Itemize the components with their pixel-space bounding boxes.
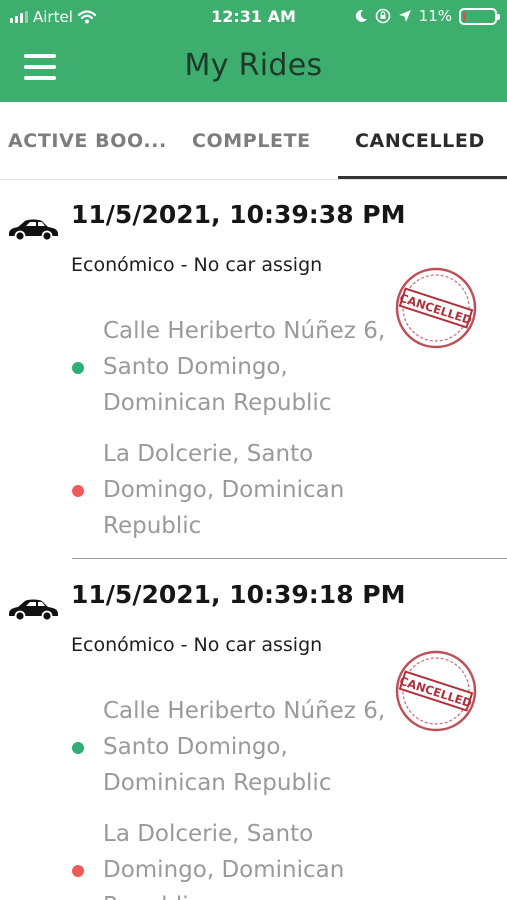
tab-bar: ACTIVE BOO... COMPLETE CANCELLED: [0, 102, 507, 180]
ride-divider: [72, 558, 507, 559]
battery-icon: [459, 7, 500, 25]
pickup-address: Calle Heriberto Núñez 6, Santo Domingo, …: [103, 698, 386, 796]
active-tab-indicator: [338, 176, 507, 179]
ride-datetime: 11/5/2021, 10:39:18 PM: [71, 580, 406, 609]
tab-cancelled[interactable]: CANCELLED: [355, 102, 485, 180]
tab-active-bookings[interactable]: ACTIVE BOO...: [8, 102, 167, 180]
dropoff-dot: [72, 865, 84, 877]
pickup-dot: [72, 362, 84, 374]
cancelled-stamp: CANCELLED: [395, 650, 477, 732]
location-arrow-icon: [398, 10, 411, 22]
moon-icon: [355, 9, 367, 22]
ride-service: Económico - No car assign: [71, 254, 323, 276]
dropoff-dot: [72, 485, 84, 497]
dropoff-address: La Dolcerie, Santo Domingo, Dominican Re…: [103, 821, 345, 900]
car-icon: [9, 219, 58, 241]
page-title: My Rides: [184, 48, 323, 83]
app-header: Airtel 12:31 AM 11% My Rides: [0, 0, 507, 102]
dropoff-address: La Dolcerie, Santo Domingo, Dominican Re…: [103, 441, 345, 539]
rotation-lock-icon: [375, 8, 390, 24]
status-bar: Airtel 12:31 AM 11%: [0, 0, 507, 34]
car-icon: [9, 599, 58, 621]
pickup-dot: [72, 742, 84, 754]
ride-datetime: 11/5/2021, 10:39:38 PM: [71, 200, 406, 229]
cancelled-stamp: CANCELLED: [395, 267, 477, 349]
battery-percent: 11%: [418, 7, 452, 25]
pickup-address: Calle Heriberto Núñez 6, Santo Domingo, …: [103, 318, 386, 416]
tab-complete[interactable]: COMPLETE: [192, 102, 311, 180]
ride-service: Económico - No car assign: [71, 634, 323, 656]
